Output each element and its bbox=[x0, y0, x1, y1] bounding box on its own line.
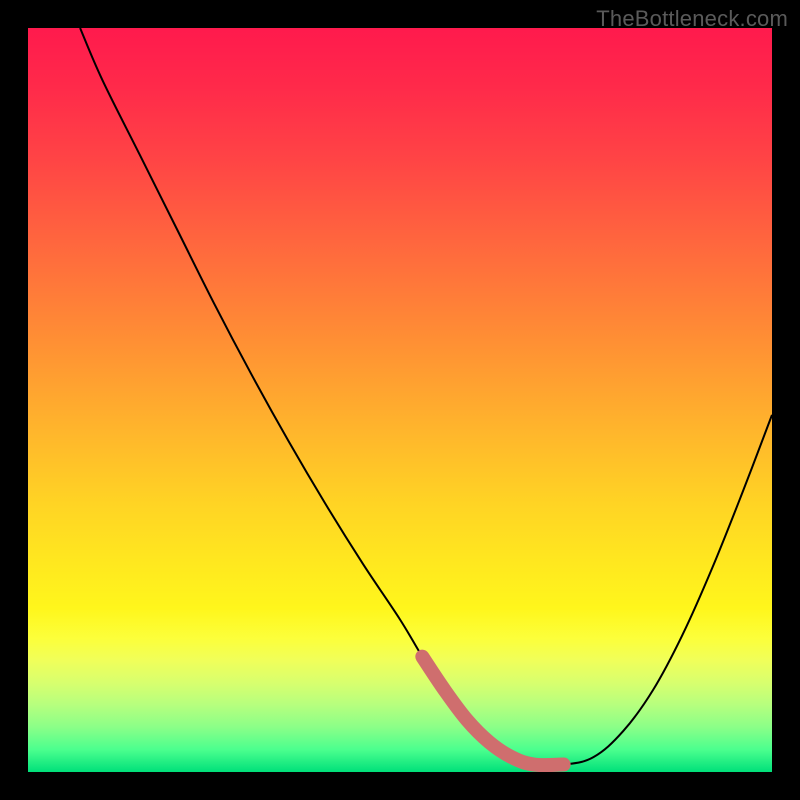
bottleneck-curve bbox=[28, 28, 772, 772]
watermark-text: TheBottleneck.com bbox=[596, 6, 788, 32]
plot-area bbox=[28, 28, 772, 772]
optimal-marker bbox=[422, 657, 563, 765]
chart-frame: TheBottleneck.com bbox=[0, 0, 800, 800]
